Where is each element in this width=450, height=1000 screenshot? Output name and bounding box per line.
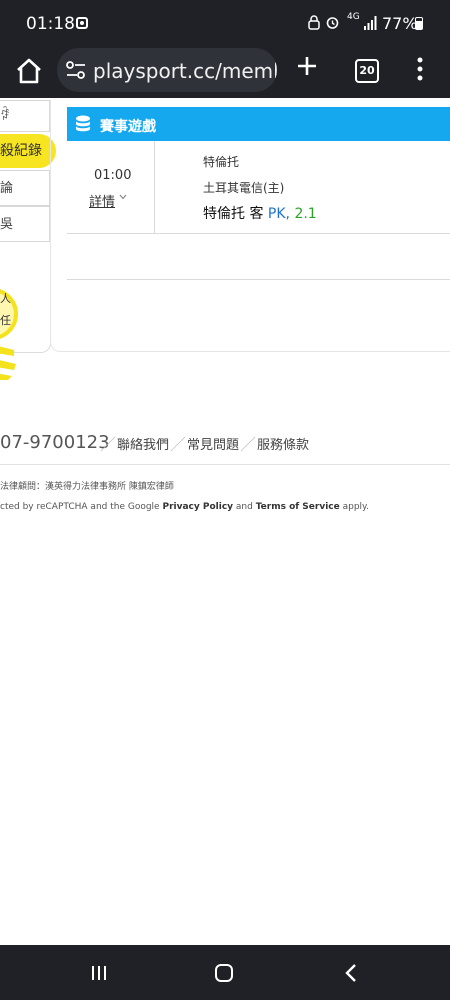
footer-phone: 07-9700123: [0, 432, 110, 453]
legal-counsel: 法律顧問：漢英得力法律事務所 陳鎮宏律師: [0, 482, 174, 492]
away-team: 土耳其電信(主): [203, 181, 285, 195]
footer-divider: [0, 464, 450, 465]
sidebar-item[interactable]: 吳: [0, 206, 50, 242]
pick-value: 2.1: [294, 206, 317, 222]
notification-icon: [76, 17, 88, 29]
footer-separator: ／: [240, 435, 257, 454]
tab-switcher-button[interactable]: 20: [355, 59, 379, 83]
browser-toolbar: playsport.cc/meml 20: [0, 46, 450, 98]
address-bar[interactable]: playsport.cc/meml: [57, 48, 277, 92]
pick-type: PK,: [267, 206, 290, 222]
home-icon[interactable]: [14, 56, 44, 86]
pick-team: 特倫托: [203, 206, 245, 222]
new-tab-icon[interactable]: [295, 54, 319, 78]
alarm-lock-icon: [308, 15, 320, 30]
sidebar-item-label: ꆄ: [0, 109, 11, 124]
home-team: 特倫托: [203, 155, 240, 169]
network-type: 4G: [347, 12, 360, 22]
alarm-icon: [326, 17, 339, 29]
pick-line: 特倫托 客 PK, 2.1: [203, 203, 317, 223]
terms-link[interactable]: 服務條款: [257, 434, 309, 453]
game-row: 01:00 詳情 特倫托 土耳其電信(主) 特倫托 客 PK, 2.1: [67, 141, 450, 234]
status-bar: 01:18 4G 77%: [0, 0, 450, 46]
recent-apps-icon[interactable]: [90, 965, 108, 981]
recaptcha-apply: apply.: [342, 502, 369, 512]
footer-separator: ／: [170, 435, 187, 454]
battery-percent: 77%: [382, 14, 418, 33]
sidebar-item-label: 論: [0, 181, 14, 196]
empty-row: [67, 234, 450, 280]
signal-icon: [364, 16, 377, 30]
footer-separator: ／: [100, 435, 117, 454]
faq-link[interactable]: 常見問題: [187, 434, 239, 453]
bulb-text: 人: [0, 292, 11, 305]
terms-of-service-link[interactable]: Terms of Service: [256, 502, 340, 512]
pick-side: 客: [249, 206, 264, 222]
recaptcha-notice: cted by reCAPTCHA and the Google Privacy…: [0, 502, 369, 512]
back-icon[interactable]: [345, 963, 357, 983]
home-button[interactable]: [215, 964, 233, 982]
more-menu-icon[interactable]: [417, 57, 423, 81]
status-time: 01:18: [26, 14, 75, 34]
recaptcha-and: and: [235, 502, 253, 512]
game-panel-header: 賽事遊戲: [67, 107, 450, 141]
chevron-down-icon[interactable]: [119, 194, 127, 200]
battery-icon: [415, 17, 423, 30]
game-time: 01:00: [94, 168, 132, 183]
details-link[interactable]: 詳情: [89, 191, 115, 210]
game-panel-title: 賽事遊戲: [100, 119, 156, 135]
system-nav-bar: [0, 945, 450, 1000]
database-icon: [76, 115, 90, 132]
sidebar-item-label: 吳: [0, 217, 14, 232]
sidebar-item[interactable]: ꆄ: [0, 100, 50, 132]
column-divider: [154, 141, 155, 233]
bulb-text: 任: [0, 314, 11, 327]
sidebar-item[interactable]: 論: [0, 170, 50, 206]
contact-link[interactable]: 聯絡我們: [117, 434, 169, 453]
sidebar-item-active[interactable]: 殺紀錄: [0, 134, 56, 168]
sidebar-item-label: 殺紀錄: [0, 143, 42, 159]
recaptcha-text: cted by reCAPTCHA and the Google: [0, 502, 160, 512]
site-settings-icon[interactable]: [65, 60, 87, 80]
privacy-policy-link[interactable]: Privacy Policy: [162, 502, 233, 512]
url-text: playsport.cc/meml: [93, 59, 277, 83]
